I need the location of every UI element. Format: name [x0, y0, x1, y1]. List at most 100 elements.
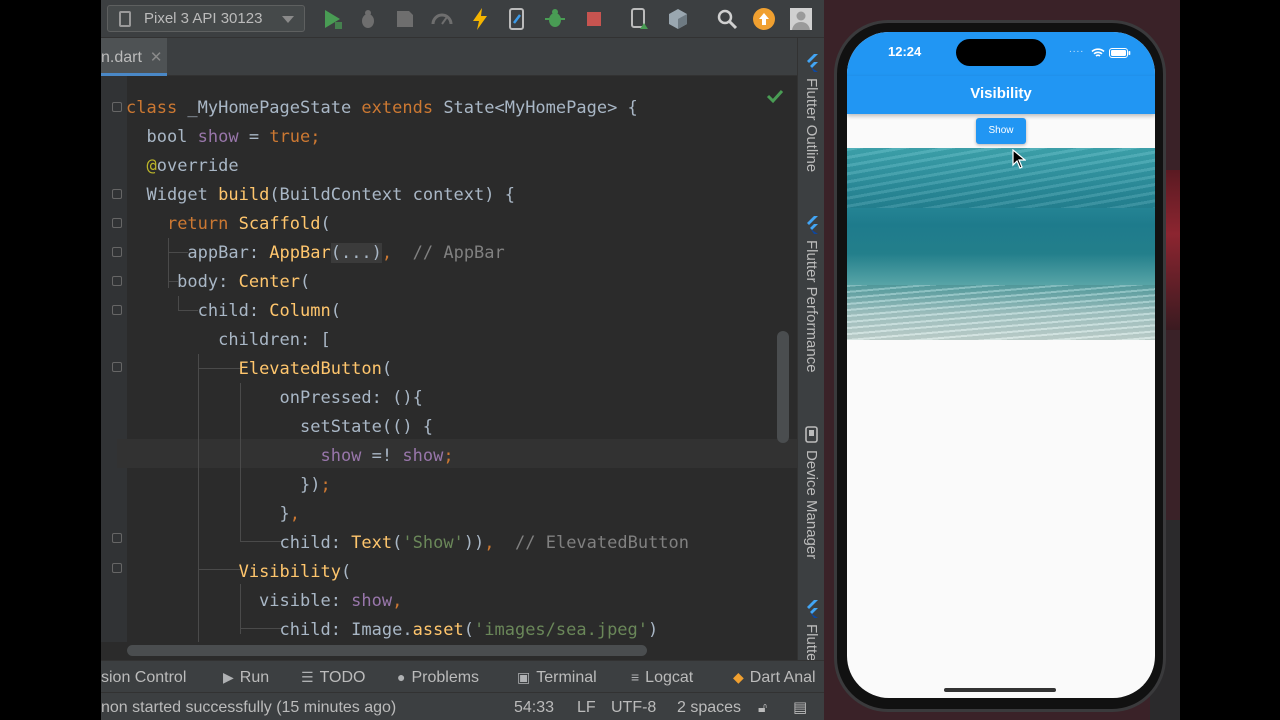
ide-window: Pixel 3 API 30123 n.dart ✕ class _MyHome… — [101, 0, 824, 720]
status-message: non started successfully (15 minutes ago… — [101, 699, 397, 716]
search-icon[interactable] — [715, 7, 739, 31]
profile-icon[interactable] — [393, 7, 417, 31]
code-line: return Scaffold( — [166, 214, 331, 234]
chevron-down-icon — [282, 16, 294, 23]
phone-icon — [119, 11, 131, 27]
user-icon[interactable] — [789, 7, 813, 31]
flutter-performance-label: Flutter Performance — [803, 240, 820, 373]
code-line: children: [ — [126, 330, 331, 350]
code-line: body: Center( — [126, 272, 311, 292]
fold-icon[interactable] — [112, 305, 122, 315]
debug-icon[interactable] — [356, 7, 380, 31]
problems-tab[interactable]: ● Problems — [397, 661, 479, 693]
run-label: Run — [239, 669, 270, 686]
sea-image — [847, 148, 1155, 340]
flutter-outline-label: Flutter Outline — [803, 78, 820, 173]
flutter-outline-tab[interactable]: Flutter Outline — [800, 54, 824, 224]
device-selector-label: Pixel 3 API 30123 — [144, 10, 263, 27]
device-manager-icon[interactable] — [628, 7, 652, 31]
code-line: class _MyHomePageState extends State<MyH… — [126, 98, 638, 118]
logcat-tab[interactable]: ≡ Logcat — [631, 661, 693, 693]
flutter-performance-tab[interactable]: Flutter Performance — [800, 216, 824, 436]
attach-debugger-icon[interactable] — [543, 7, 567, 31]
play-icon: ▶ — [223, 669, 234, 685]
fold-icon[interactable] — [112, 102, 122, 112]
sea-floor — [847, 285, 1155, 340]
fold-icon[interactable] — [112, 362, 122, 372]
device-selector[interactable]: Pixel 3 API 30123 — [107, 5, 305, 32]
cursor-position[interactable]: 54:33 — [514, 693, 554, 720]
code-line: visible: show, — [126, 591, 403, 611]
notifications-icon[interactable]: ▤ — [793, 693, 807, 720]
flutter-icon — [807, 54, 818, 72]
device-manager-label: Device Manager — [803, 450, 820, 560]
run-icon[interactable] — [320, 7, 344, 31]
update-icon[interactable] — [752, 7, 776, 31]
mouse-cursor-icon — [1012, 149, 1026, 169]
editor-gutter — [101, 76, 127, 642]
water-ripples — [847, 148, 1155, 208]
signal-icon: .... — [1069, 44, 1085, 55]
show-button-label: Show — [988, 125, 1014, 136]
horizontal-scrollbar[interactable] — [127, 645, 647, 656]
fold-icon[interactable] — [112, 218, 122, 228]
run-tab[interactable]: ▶ Run — [223, 661, 269, 693]
bottom-tool-bar: sion Control ▶ Run ☰ TODO ● Problems ▣ Termi… — [101, 660, 824, 692]
stop-icon[interactable] — [582, 7, 606, 31]
fold-icon[interactable] — [112, 276, 122, 286]
file-tab[interactable]: n.dart ✕ — [101, 38, 167, 76]
close-icon[interactable]: ✕ — [150, 49, 163, 66]
file-encoding[interactable]: UTF-8 — [611, 693, 656, 720]
status-bar: non started successfully (15 minutes ago… — [101, 692, 824, 720]
dart-analysis-label: Dart Anal — [749, 669, 816, 686]
simulator-background: 12:24 .... Visibility Show — [824, 0, 1180, 720]
list-icon: ☰ — [301, 669, 314, 685]
fold-icon[interactable] — [112, 189, 122, 199]
checkmark-icon — [765, 86, 785, 106]
hot-reload-icon[interactable] — [468, 7, 492, 31]
dynamic-island — [956, 39, 1046, 66]
vertical-scrollbar[interactable] — [777, 331, 789, 443]
device-manager-tab[interactable]: Device Manager — [800, 426, 824, 616]
battery-icon — [1109, 48, 1131, 58]
code-line: onPressed: (){ — [126, 388, 423, 408]
info-icon: ● — [397, 669, 406, 685]
code-line: }, — [126, 504, 301, 524]
indent-setting[interactable]: 2 spaces — [677, 693, 741, 720]
gauge-icon[interactable] — [430, 7, 454, 31]
fold-icon[interactable] — [112, 247, 122, 257]
todo-label: TODO — [319, 669, 366, 686]
todo-tab[interactable]: ☰ TODO — [301, 661, 366, 693]
code-line: }); — [126, 475, 331, 495]
flutter-icon — [807, 216, 818, 234]
code-line: bool show = true; — [126, 127, 321, 147]
fold-icon[interactable] — [112, 533, 122, 543]
app-bar: Visibility — [847, 76, 1155, 114]
sdk-manager-icon[interactable] — [666, 7, 690, 31]
hot-restart-icon[interactable] — [505, 7, 529, 31]
problems-label: Problems — [411, 669, 480, 686]
home-indicator[interactable] — [944, 688, 1056, 692]
code-line: @override — [146, 156, 239, 176]
dart-analysis-tab[interactable]: ◆ Dart Anal — [733, 661, 816, 693]
lock-icon[interactable]: 🔓︎ — [758, 693, 767, 720]
main-toolbar: Pixel 3 API 30123 — [101, 0, 824, 38]
phone-clock: 12:24 — [888, 44, 922, 59]
code-line: child: Column( — [126, 301, 341, 321]
version-control-tab[interactable]: sion Control — [101, 661, 186, 693]
flutter-tab-label: Flutte — [803, 624, 820, 662]
right-tool-strip: Flutter Outline Flutter Performance Devi… — [797, 38, 824, 662]
flutter-tab[interactable]: Flutte — [800, 600, 824, 662]
fold-icon[interactable] — [112, 563, 122, 573]
code-line: Visibility( — [238, 562, 352, 582]
flutter-icon — [807, 600, 818, 618]
version-control-label: sion Control — [101, 669, 187, 686]
code-line: child: Text('Show')), // ElevatedButton — [126, 533, 690, 553]
letterbox-right — [1180, 0, 1280, 720]
file-tab-label: n.dart — [101, 49, 142, 66]
line-separator[interactable]: LF — [577, 693, 596, 720]
show-button[interactable]: Show — [976, 118, 1026, 144]
horizontal-scrollbar-track — [101, 642, 797, 660]
terminal-tab[interactable]: ▣ Terminal — [517, 661, 597, 693]
code-editor[interactable]: class _MyHomePageState extends State<MyH… — [101, 76, 797, 642]
